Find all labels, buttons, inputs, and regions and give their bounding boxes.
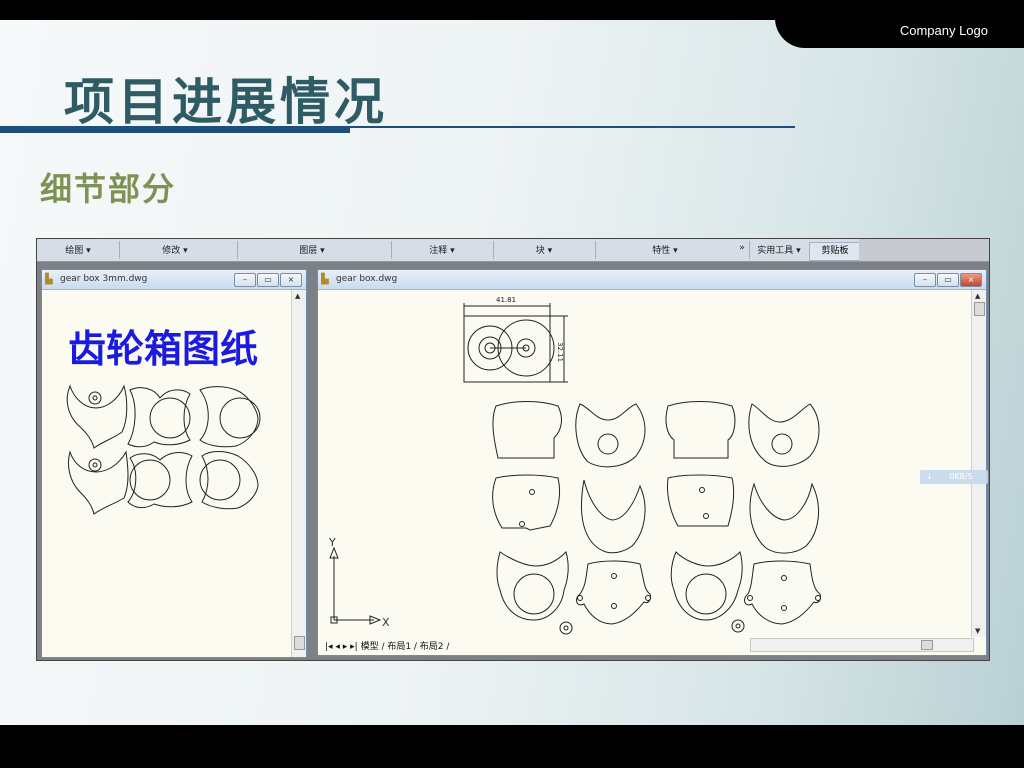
ribbon-clipboard[interactable]: 剪贴板 [809, 242, 861, 261]
slide: Company Logo 项目进展情况 细节部分 绘图 ▾ 修改 ▾ 图层 ▾ … [0, 0, 1024, 768]
ucs-y-label: Y [328, 536, 336, 549]
left-window-titlebar[interactable]: ▙ gear box 3mm.dwg – ▭ × [42, 270, 306, 290]
title-underline-accent [0, 127, 350, 133]
ribbon-separator [749, 241, 750, 259]
close-icon[interactable]: × [960, 273, 982, 287]
left-scroll-thumb[interactable] [294, 636, 305, 650]
right-drawing-window[interactable]: ▙ gear box.dwg – ▭ × 41.81 32.11 Y X ▲ ▼… [317, 269, 987, 656]
maximize-icon[interactable]: ▭ [257, 273, 279, 287]
close-icon[interactable]: × [280, 273, 302, 287]
scroll-down-icon[interactable]: ▼ [975, 627, 980, 635]
ucs-x-label: X [382, 616, 390, 629]
dimension-width-text: 41.81 [496, 296, 516, 304]
ribbon-separator [119, 241, 120, 259]
ribbon-block[interactable]: 块 ▾ [499, 243, 589, 256]
ribbon-separator [391, 241, 392, 259]
layout-tabs[interactable]: |◂ ◂ ▸ ▸| 模型 / 布局1 / 布局2 / [325, 639, 450, 652]
cad-screenshot: 绘图 ▾ 修改 ▾ 图层 ▾ 注释 ▾ 块 ▾ 特性 ▾ » 实用工具 ▾ 剪贴… [36, 238, 990, 661]
dimension-height-text: 32.11 [556, 342, 564, 362]
minimize-icon[interactable]: – [234, 273, 256, 287]
download-arrow-icon: ↓ [926, 472, 933, 481]
ribbon-separator [595, 241, 596, 259]
logo-tab: Company Logo [775, 0, 1024, 48]
dwg-file-icon: ▙ [45, 274, 53, 285]
right-scroll-thumb[interactable] [974, 302, 985, 316]
minimize-icon[interactable]: – [914, 273, 936, 287]
ribbon-dialog-launcher-icon[interactable]: » [737, 243, 747, 253]
ribbon-separator [493, 241, 494, 259]
ribbon-draw[interactable]: 绘图 ▾ [45, 243, 111, 256]
ribbon-properties[interactable]: 特性 ▾ [603, 243, 727, 256]
maximize-icon[interactable]: ▭ [937, 273, 959, 287]
layout-tab-list[interactable]: 模型 / 布局1 / 布局2 / [361, 642, 450, 652]
ribbon-empty-area [859, 239, 989, 261]
left-vertical-scrollbar[interactable]: ▲ [291, 290, 306, 657]
ribbon-layers[interactable]: 图层 ▾ [247, 243, 377, 256]
ribbon-annotation[interactable]: 注释 ▾ [397, 243, 487, 256]
company-logo-text: Company Logo [899, 23, 988, 38]
dwg-file-icon: ▙ [321, 274, 329, 285]
right-window-title: gear box.dwg [336, 274, 398, 284]
ribbon-modify[interactable]: 修改 ▾ [127, 243, 223, 256]
horizontal-scrollbar[interactable] [750, 638, 974, 652]
scroll-up-icon[interactable]: ▲ [295, 292, 300, 300]
gear-parts-drawing-right: 41.81 32.11 Y X [328, 296, 821, 635]
right-vertical-scrollbar[interactable]: ▲ ▼ [971, 290, 986, 637]
ribbon-utilities[interactable]: 实用工具 ▾ [751, 243, 807, 256]
tab-nav-icons[interactable]: |◂ ◂ ▸ ▸| [325, 642, 361, 652]
slide-subtitle: 细节部分 [40, 170, 177, 208]
ribbon-separator [237, 241, 238, 259]
scroll-up-icon[interactable]: ▲ [975, 292, 980, 300]
left-window-title: gear box 3mm.dwg [60, 274, 148, 284]
download-speed-badge: ↓ 0KB/S [920, 470, 988, 484]
horizontal-scroll-thumb[interactable] [921, 640, 933, 650]
slide-title: 项目进展情况 [64, 72, 388, 131]
left-drawing-window[interactable]: ▙ gear box 3mm.dwg – ▭ × 齿轮箱图纸 ▲ [41, 269, 307, 658]
gear-parts-drawing-left [66, 384, 261, 515]
cad-ribbon: 绘图 ▾ 修改 ▾ 图层 ▾ 注释 ▾ 块 ▾ 特性 ▾ » 实用工具 ▾ 剪贴… [37, 239, 989, 262]
download-speed-text: 0KB/S [949, 472, 973, 481]
bottom-band [0, 725, 1024, 768]
right-window-titlebar[interactable]: ▙ gear box.dwg – ▭ × [318, 270, 986, 290]
